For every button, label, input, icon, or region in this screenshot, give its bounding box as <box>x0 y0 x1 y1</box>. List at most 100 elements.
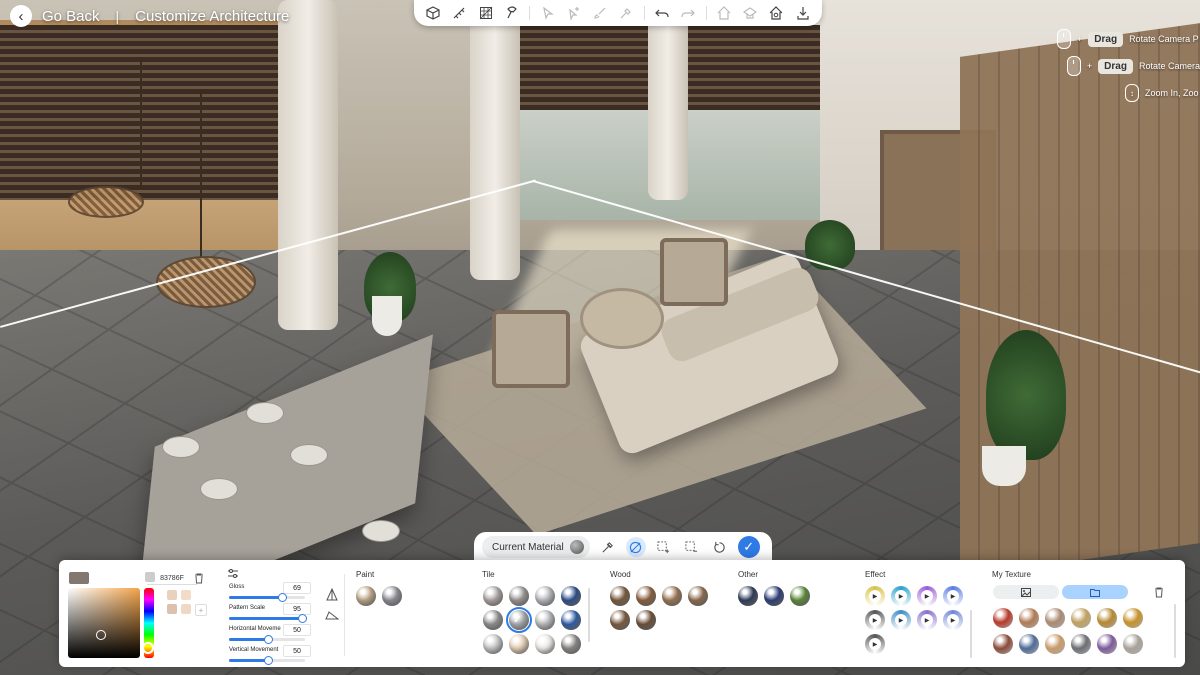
effect-swatch[interactable]: ▶ <box>943 586 963 606</box>
trash-icon[interactable] <box>193 572 205 584</box>
wood-swatch[interactable] <box>636 610 656 630</box>
effect-swatch[interactable]: ▶ <box>865 610 885 630</box>
go-back-button[interactable]: Go Back <box>42 8 100 25</box>
my-texture-tab-folder[interactable] <box>1062 585 1128 599</box>
my-texture-swatch[interactable] <box>1019 634 1039 654</box>
hue-knob[interactable] <box>142 642 154 654</box>
render-icon[interactable] <box>741 4 759 22</box>
texture-trash-icon[interactable] <box>1153 586 1165 598</box>
effect-swatch[interactable]: ▶ <box>917 586 937 606</box>
grid-off-icon[interactable] <box>477 4 495 22</box>
material-replace-icon[interactable] <box>625 537 646 557</box>
effect-scrollbar[interactable] <box>970 610 972 658</box>
effect-swatch[interactable]: ▶ <box>943 610 963 630</box>
recent-color-swatch[interactable] <box>167 604 177 614</box>
slider-track[interactable] <box>229 614 308 623</box>
tile-swatch[interactable] <box>535 586 555 606</box>
magnet-icon[interactable] <box>503 4 521 22</box>
home-view-icon[interactable] <box>715 4 733 22</box>
wood-swatch[interactable] <box>662 586 682 606</box>
my-texture-swatch[interactable] <box>1097 634 1117 654</box>
my-texture-tab-gallery[interactable] <box>993 585 1059 599</box>
tile-swatch-selected[interactable]: ✓ <box>506 607 532 633</box>
cursor-plus-icon[interactable] <box>565 4 583 22</box>
redo-icon[interactable] <box>679 4 697 22</box>
my-texture-swatch[interactable] <box>1123 634 1143 654</box>
tile-swatch[interactable] <box>535 634 555 654</box>
measure-icon[interactable] <box>450 4 468 22</box>
my-texture-swatch[interactable] <box>1045 634 1065 654</box>
slider-track[interactable] <box>229 635 305 644</box>
eyedropper-icon[interactable] <box>598 537 618 557</box>
tile-swatch[interactable] <box>483 610 503 630</box>
my-texture-swatch[interactable] <box>993 608 1013 628</box>
back-arrow-icon[interactable]: ‹ <box>10 5 32 27</box>
save-view-icon[interactable] <box>767 4 785 22</box>
effect-swatch[interactable]: ▶ <box>865 634 885 654</box>
section-title-wood: Wood <box>610 570 631 579</box>
my-texture-swatch[interactable] <box>1123 608 1143 628</box>
confirm-button[interactable]: ✓ <box>737 536 760 558</box>
rotate-texture-icon[interactable] <box>325 610 340 623</box>
paint-swatch[interactable] <box>356 586 376 606</box>
paint-pick-icon[interactable] <box>617 4 635 22</box>
tile-swatch[interactable] <box>535 610 555 630</box>
my-texture-swatch[interactable] <box>1019 608 1039 628</box>
my-texture-swatch[interactable] <box>1045 608 1065 628</box>
slider-thumb[interactable] <box>278 593 288 602</box>
tile-swatch[interactable] <box>483 634 503 654</box>
tile-swatch[interactable] <box>483 586 503 606</box>
my-texture-swatch[interactable] <box>1071 608 1091 628</box>
effect-swatch[interactable]: ▶ <box>917 610 937 630</box>
slider-value-input[interactable]: 50 <box>283 624 311 636</box>
recent-color-swatch[interactable] <box>167 590 177 600</box>
brush-icon[interactable] <box>591 4 609 22</box>
cursor-icon[interactable] <box>539 4 557 22</box>
color-picker-area[interactable] <box>68 588 140 658</box>
slider-track[interactable] <box>229 656 305 665</box>
slider-thumb[interactable] <box>298 614 308 623</box>
texture-scrollbar[interactable] <box>1174 604 1176 658</box>
tile-scrollbar[interactable] <box>588 588 590 642</box>
effect-swatch[interactable]: ▶ <box>891 586 911 606</box>
other-swatch[interactable] <box>790 586 810 606</box>
slider-value-input[interactable]: 95 <box>283 603 311 615</box>
current-material-button[interactable]: Current Material <box>482 536 590 558</box>
tiling-mode-icon[interactable] <box>325 587 339 605</box>
slider-track[interactable] <box>229 593 305 602</box>
tile-swatch[interactable] <box>509 586 529 606</box>
select-area-remove-icon[interactable] <box>682 537 702 557</box>
color-picker-knob[interactable] <box>96 630 106 640</box>
download-icon[interactable] <box>794 4 812 22</box>
reset-icon[interactable] <box>710 537 730 557</box>
my-texture-swatch[interactable] <box>993 634 1013 654</box>
tile-swatch[interactable] <box>561 634 581 654</box>
add-color-button[interactable]: + <box>195 604 207 616</box>
undo-icon[interactable] <box>653 4 671 22</box>
toolbar-divider <box>643 6 645 20</box>
other-swatch[interactable] <box>738 586 758 606</box>
slider-thumb[interactable] <box>264 635 273 644</box>
slider-value-input[interactable]: 50 <box>283 645 311 657</box>
slider-thumb[interactable] <box>264 656 273 665</box>
effect-swatch[interactable]: ▶ <box>891 610 911 630</box>
secondary-color-chip[interactable] <box>145 572 155 582</box>
tile-swatch[interactable] <box>561 586 581 606</box>
wood-swatch[interactable] <box>610 610 630 630</box>
wood-swatch[interactable] <box>610 586 630 606</box>
select-area-add-icon[interactable] <box>654 537 674 557</box>
other-swatch[interactable] <box>764 586 784 606</box>
tile-swatch[interactable] <box>561 610 581 630</box>
my-texture-swatch[interactable] <box>1071 634 1091 654</box>
recent-color-swatch[interactable] <box>181 604 191 614</box>
wood-swatch[interactable] <box>636 586 656 606</box>
primary-color-chip[interactable] <box>69 572 89 584</box>
slider-value-input[interactable]: 69 <box>283 582 311 594</box>
recent-color-swatch[interactable] <box>181 590 191 600</box>
cube-icon[interactable] <box>424 4 442 22</box>
tile-swatch[interactable] <box>509 634 529 654</box>
wood-swatch[interactable] <box>688 586 708 606</box>
paint-swatch[interactable] <box>382 586 402 606</box>
my-texture-swatch[interactable] <box>1097 608 1117 628</box>
effect-swatch[interactable]: ▶ <box>865 586 885 606</box>
